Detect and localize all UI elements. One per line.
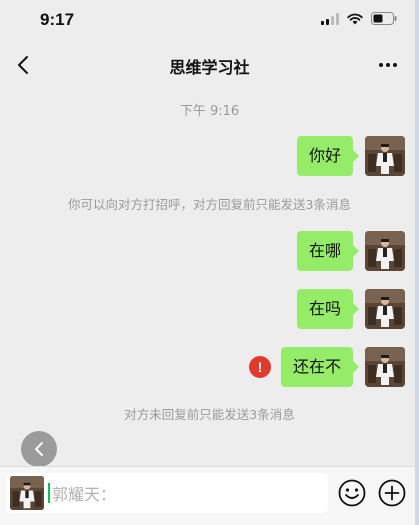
page-title: 思维学习社 bbox=[169, 58, 250, 77]
message-bubble[interactable]: 在哪 bbox=[296, 231, 360, 271]
more-icon-dot bbox=[393, 63, 397, 67]
floating-back-button[interactable] bbox=[21, 431, 57, 467]
avatar[interactable] bbox=[365, 347, 405, 387]
text-cursor bbox=[48, 483, 50, 503]
plus-button[interactable] bbox=[377, 478, 407, 508]
nav-bar: 思维学习社 bbox=[0, 42, 419, 88]
more-icon-dot bbox=[379, 63, 383, 67]
input-bar: 郭耀天： bbox=[0, 466, 419, 525]
system-notice: 你可以向对方打招呼，对方回复前只能发送3条消息 bbox=[68, 197, 351, 212]
chat-timestamp: 下午 9:16 bbox=[179, 104, 240, 119]
message-bubble[interactable]: 你好 bbox=[296, 136, 360, 176]
message-row: 你好 bbox=[296, 136, 405, 176]
plus-icon bbox=[378, 479, 406, 507]
wifi-icon bbox=[347, 13, 363, 24]
chevron-left-icon bbox=[35, 442, 43, 456]
emoji-icon bbox=[338, 479, 366, 507]
message-bubble[interactable]: 还在不 bbox=[280, 347, 360, 387]
status-time: 9:17 bbox=[40, 10, 75, 29]
more-icon-dot bbox=[386, 63, 390, 67]
signal-icon bbox=[321, 12, 339, 25]
status-bar: 9:17 bbox=[0, 0, 419, 42]
more-button[interactable] bbox=[373, 52, 403, 78]
message-row: 在哪 bbox=[296, 231, 405, 271]
input-placeholder: 郭耀天： bbox=[52, 485, 117, 504]
emoji-button[interactable] bbox=[337, 478, 367, 508]
window-edge bbox=[415, 0, 419, 525]
message-row: ! 还在不 bbox=[248, 347, 405, 387]
input-avatar bbox=[10, 476, 44, 510]
message-row: 在吗 bbox=[296, 289, 405, 329]
avatar[interactable] bbox=[365, 136, 405, 176]
battery-icon bbox=[371, 12, 397, 25]
message-bubble[interactable]: 在吗 bbox=[296, 289, 360, 329]
error-icon[interactable]: ! bbox=[248, 356, 271, 378]
status-icons bbox=[321, 12, 397, 25]
message-input[interactable]: 郭耀天： bbox=[6, 473, 328, 513]
avatar[interactable] bbox=[365, 231, 405, 271]
system-notice: 对方未回复前只能发送3条消息 bbox=[124, 407, 295, 422]
avatar[interactable] bbox=[365, 289, 405, 329]
